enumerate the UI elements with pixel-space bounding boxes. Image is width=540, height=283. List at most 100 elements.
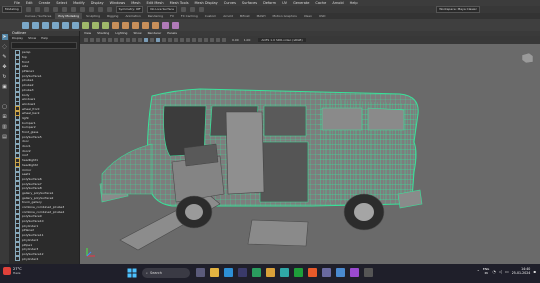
menu-mesh-display[interactable]: Mesh Display (195, 1, 218, 5)
motion-blur-icon[interactable] (186, 38, 190, 42)
app-icon-6[interactable] (364, 268, 373, 277)
bookmark-icon[interactable] (96, 38, 100, 42)
gamma-field[interactable]: 1.00 (244, 38, 251, 42)
shadows-icon[interactable] (174, 38, 178, 42)
menu-file[interactable]: File (14, 1, 20, 5)
ambient-occlusion-icon[interactable] (180, 38, 184, 42)
outliner-menu-help[interactable]: Help (41, 36, 48, 41)
menu-modify[interactable]: Modify (73, 1, 85, 5)
wireframe-on-shaded-icon[interactable] (156, 38, 160, 42)
outliner-search-input[interactable] (11, 42, 77, 49)
lights-icon[interactable] (168, 38, 172, 42)
poly-cube-icon[interactable] (32, 21, 39, 29)
outliner-row[interactable]: pCylinder4 (9, 256, 79, 261)
menu-arnold[interactable]: Arnold (332, 1, 343, 5)
poly-cone-icon[interactable] (52, 21, 59, 29)
redo-icon[interactable] (52, 7, 58, 12)
taskbar-search[interactable]: ⌕ Search (142, 268, 190, 278)
select-component-icon[interactable] (79, 7, 85, 12)
uv-editor-icon[interactable] (172, 21, 179, 29)
xray-joints-icon[interactable] (216, 38, 220, 42)
select-object-icon[interactable] (70, 7, 76, 12)
store-icon[interactable] (238, 268, 247, 277)
battery-icon[interactable]: ▭ (505, 269, 509, 274)
menu-edit-mesh[interactable]: Edit Mesh (146, 1, 163, 5)
select-tool-icon[interactable]: ➤ (1, 34, 8, 40)
smooth-shade-icon[interactable] (150, 38, 154, 42)
image-plane-icon[interactable] (102, 38, 106, 42)
camera-icon[interactable] (84, 38, 88, 42)
menu-windows[interactable]: Windows (110, 1, 126, 5)
film-gate-icon[interactable] (114, 38, 118, 42)
app-icon-4[interactable] (336, 268, 345, 277)
menu-deform[interactable]: Deform (263, 1, 276, 5)
chevron-up-icon[interactable]: ⌃ (477, 269, 480, 274)
edge-browser-icon[interactable] (224, 268, 233, 277)
perspective-viewport[interactable] (80, 44, 540, 264)
xbox-icon[interactable] (294, 268, 303, 277)
depth-of-field-icon[interactable] (198, 38, 202, 42)
notifications-icon[interactable]: ▪ (533, 269, 536, 274)
wifi-icon[interactable]: ◔ (492, 269, 496, 274)
snap-grid-icon[interactable] (88, 7, 94, 12)
language-indicator[interactable]: ENG IN (483, 267, 489, 275)
file-explorer-icon[interactable] (210, 268, 219, 277)
textured-icon[interactable] (162, 38, 166, 42)
isolate-select-icon[interactable] (204, 38, 208, 42)
exposure-field[interactable]: 0.00 (232, 38, 239, 42)
weather-widget[interactable]: 27°C Haze (3, 267, 22, 275)
move-tool-icon[interactable]: ✥ (2, 64, 8, 70)
bevel-icon[interactable] (132, 21, 139, 29)
folder-icon[interactable] (25, 7, 31, 12)
snap-curve-icon[interactable] (97, 7, 103, 12)
undo-icon[interactable] (43, 7, 49, 12)
outliner-menu-show[interactable]: Show (28, 36, 36, 41)
menu-display[interactable]: Display (91, 1, 104, 5)
poly-torus-icon[interactable] (62, 21, 69, 29)
backface-culling-icon[interactable] (222, 38, 226, 42)
multi-cut-icon[interactable] (142, 21, 149, 29)
graph-layout-icon[interactable]: ▤ (2, 134, 8, 140)
menu-mesh[interactable]: Mesh (131, 1, 140, 5)
mirror-icon[interactable] (162, 21, 169, 29)
combine-icon[interactable] (82, 21, 89, 29)
workspace-dropdown[interactable]: Workspace: Maya Classic (436, 6, 480, 13)
resolution-gate-icon[interactable] (120, 38, 124, 42)
symmetry-dropdown[interactable]: Symmetry: Off (115, 6, 144, 13)
menu-mesh-tools[interactable]: Mesh Tools (170, 1, 189, 5)
menu-select[interactable]: Select (56, 1, 67, 5)
windows-start-icon[interactable] (127, 268, 137, 278)
menu-surfaces[interactable]: Surfaces (242, 1, 257, 5)
clock[interactable]: 14:40 25-01-2024 (512, 267, 531, 275)
select-hierarchy-icon[interactable] (61, 7, 67, 12)
scale-tool-icon[interactable]: ▣ (2, 84, 8, 90)
paint-select-icon[interactable]: ✎ (2, 54, 8, 60)
field-chart-icon[interactable] (132, 38, 136, 42)
render-icon[interactable] (180, 7, 186, 12)
xray-icon[interactable] (210, 38, 214, 42)
app-icon-2[interactable] (266, 268, 275, 277)
poly-sphere-icon[interactable] (22, 21, 29, 29)
extrude-icon[interactable] (112, 21, 119, 29)
app-icon-1[interactable] (252, 268, 261, 277)
menuset-dropdown[interactable]: Modeling (2, 6, 22, 13)
wireframe-icon[interactable] (144, 38, 148, 42)
app-icon-5[interactable] (350, 268, 359, 277)
insert-edge-loop-icon[interactable] (152, 21, 159, 29)
outliner-menu-display[interactable]: Display (12, 36, 23, 41)
gate-mask-icon[interactable] (126, 38, 130, 42)
van-model[interactable] (80, 44, 540, 264)
viewcube-icon[interactable] (520, 52, 534, 64)
maya-icon[interactable] (280, 268, 289, 277)
menu-help[interactable]: Help (350, 1, 358, 5)
persp-outliner-icon[interactable]: ▥ (2, 124, 8, 130)
render-settings-icon[interactable] (198, 7, 204, 12)
lasso-tool-icon[interactable]: ◌ (2, 44, 8, 50)
smooth-icon[interactable] (102, 21, 109, 29)
live-surface-label[interactable]: No Live Surface (147, 6, 177, 13)
grid-icon[interactable] (108, 38, 112, 42)
menu-generate[interactable]: Generate (293, 1, 309, 5)
single-view-icon[interactable]: ▢ (2, 104, 8, 110)
menu-curves[interactable]: Curves (224, 1, 236, 5)
save-icon[interactable] (34, 7, 40, 12)
